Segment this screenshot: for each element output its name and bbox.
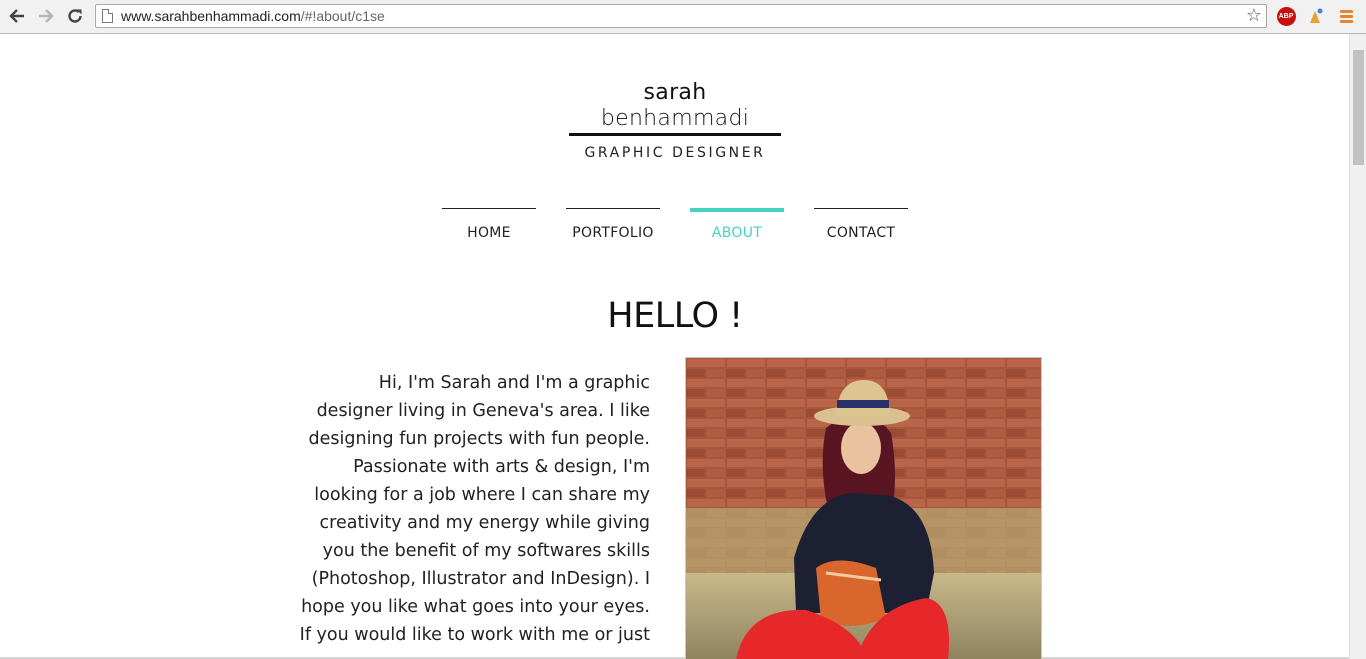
site-tagline: GRAPHIC DESIGNER [584,145,766,161]
url-text: www.sarahbenhammadi.com/#!about/c1se [121,8,385,24]
bookmark-star-icon[interactable]: ☆ [1246,6,1262,26]
chrome-menu-button[interactable] [1336,6,1356,26]
forward-button[interactable] [35,5,57,27]
vertical-scrollbar[interactable] [1349,34,1366,659]
profile-photo [685,357,1042,659]
address-bar[interactable]: www.sarahbenhammadi.com/#!about/c1se ☆ [95,4,1267,28]
about-line: Hi, I'm Sarah and I'm a graphic [378,373,650,393]
extension-icon [1310,8,1323,23]
forward-arrow-icon [39,9,54,23]
about-line: Passionate with arts & design, I'm [353,457,650,477]
logo-underline [569,133,781,136]
scrollbar-thumb[interactable] [1353,50,1364,165]
url-domain: www.sarahbenhammadi.com [121,8,301,24]
browser-toolbar: www.sarahbenhammadi.com/#!about/c1se ☆ A… [0,0,1366,34]
about-line: hope you like what goes into your eyes. [301,597,650,617]
name-first: sarah [643,80,707,105]
nav-item-contact[interactable]: CONTACT [814,208,908,241]
extension-button[interactable] [1306,6,1326,26]
back-button[interactable] [6,5,28,27]
site-name: sarah benhammadi [569,80,781,132]
about-line: you the benefit of my softwares skills [322,541,650,561]
about-line: (Photoshop, Illustrator and InDesign). I [311,569,650,589]
url-path: /#!about/c1se [300,8,385,24]
nav-item-about[interactable]: ABOUT [690,208,784,241]
back-arrow-icon [9,9,24,23]
about-line: designer living in Geneva's area. I like [316,401,650,421]
page-icon [102,9,113,23]
reload-icon [68,9,82,23]
reload-button[interactable] [64,5,86,27]
about-line: looking for a job where I can share my [314,485,650,505]
menu-icon [1339,8,1353,25]
about-line: designing fun projects with fun people. [308,429,650,449]
site-logo[interactable]: sarah benhammadi GRAPHIC DESIGNER [569,80,781,161]
page-heading: HELLO ! [607,296,743,336]
about-line: If you would like to work with me or jus… [299,625,650,645]
adblock-plus-icon: ABP [1276,6,1296,26]
adblock-plus-button[interactable]: ABP [1276,6,1296,26]
portrait-illustration [686,358,1041,659]
nav-item-portfolio[interactable]: PORTFOLIO [566,208,660,241]
about-paragraph: Hi, I'm Sarah and I'm a graphic designer… [296,369,650,649]
nav-item-home[interactable]: HOME [442,208,536,241]
about-line: creativity and my energy while giving [319,513,650,533]
name-last: benhammadi [600,106,750,131]
main-navigation: HOME PORTFOLIO ABOUT CONTACT [442,208,908,244]
